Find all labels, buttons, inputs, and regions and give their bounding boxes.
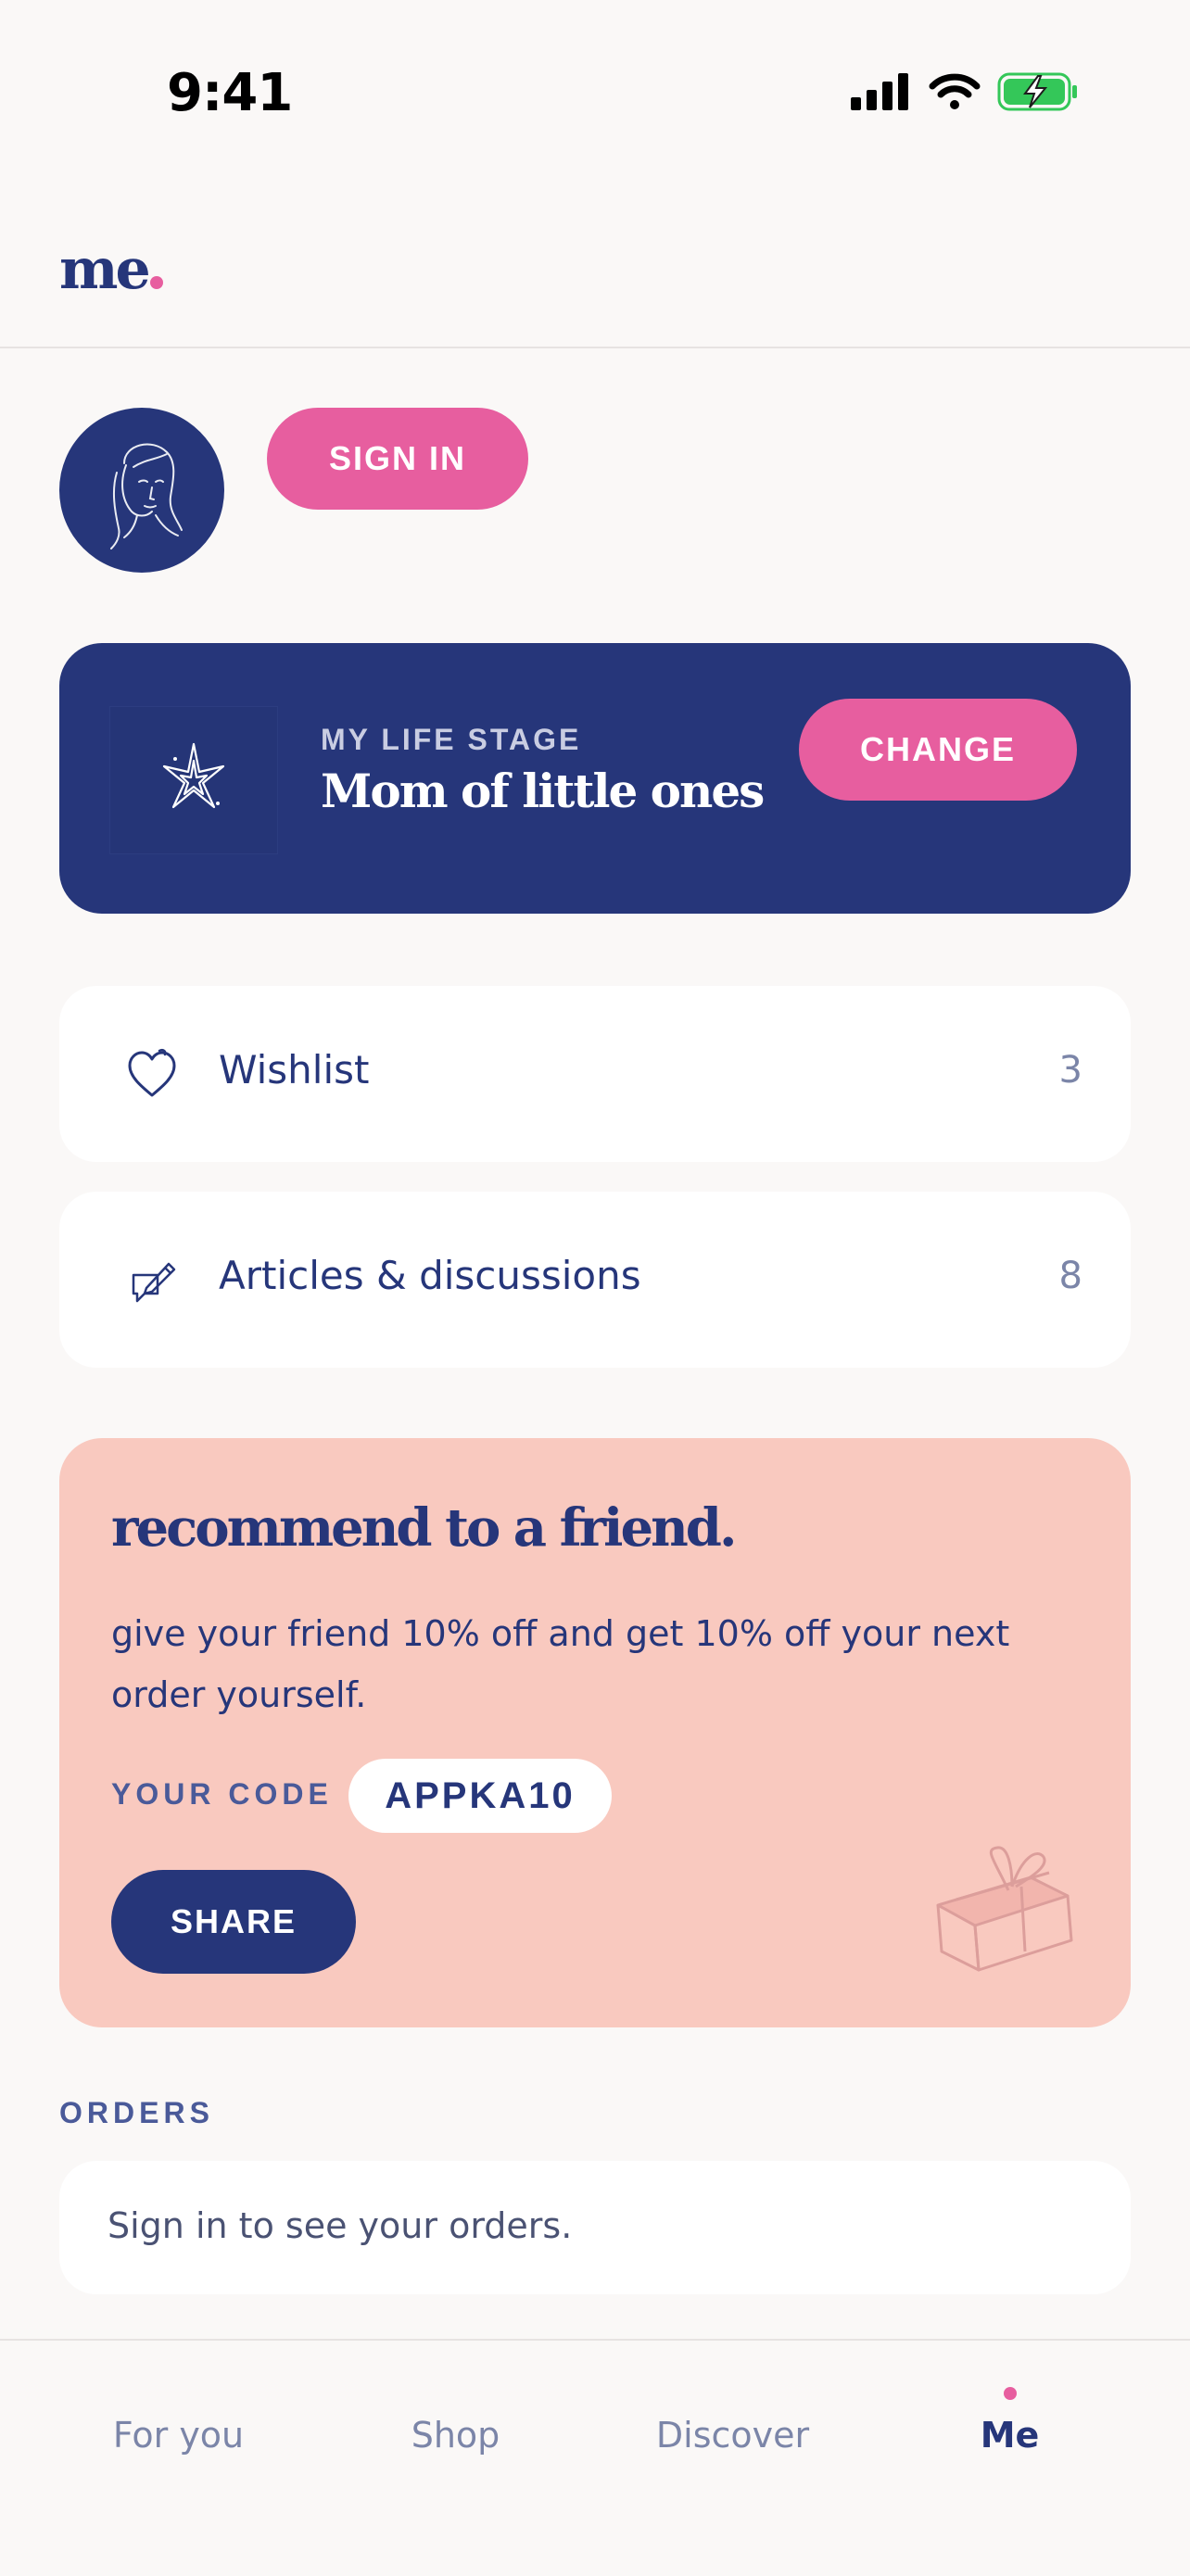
pen-message-icon [132,1262,176,1303]
avatar[interactable] [59,408,224,573]
change-life-stage-button[interactable]: CHANGE [799,699,1077,801]
code-label: YOUR CODE [111,1777,333,1811]
logo-dot [150,276,163,289]
articles-discussions-count: 8 [1058,1255,1082,1297]
tab-shop[interactable]: Shop [307,2415,604,2456]
articles-discussions-label: Articles & discussions [219,1253,641,1298]
articles-discussions-row[interactable]: Articles & discussions 8 [59,1192,1131,1368]
tab-me[interactable]: Me [861,2415,1158,2456]
gift-box-icon [936,1846,1073,1972]
active-tab-indicator [1004,2387,1017,2400]
orders-box: Sign in to see your orders. [59,2161,1131,2294]
life-stage-label: MY LIFE STAGE [321,723,582,756]
tab-bar: For you Shop Discover Me [0,2339,1190,2576]
status-time: 9:41 [167,63,293,123]
wishlist-row[interactable]: Wishlist 3 [59,986,1131,1162]
tab-discover[interactable]: Discover [584,2415,881,2456]
recommend-card: recommend to a friend. give your friend … [59,1438,1131,2027]
wishlist-label: Wishlist [219,1047,370,1092]
sign-in-button[interactable]: SIGN IN [267,408,528,510]
app-header [0,185,1190,348]
recommend-body: give your friend 10% off and get 10% off… [111,1613,1010,1715]
referral-code[interactable]: APPKA10 [348,1759,612,1833]
wishlist-count: 3 [1058,1049,1082,1092]
heart-icon [128,1048,176,1097]
life-stage-card: MY LIFE STAGE Mom of little ones CHANGE [59,643,1131,914]
life-stage-illustration [109,706,278,854]
status-bar: 9:41 [0,0,1190,185]
tab-for-you[interactable]: For you [30,2415,327,2456]
orders-heading: ORDERS [59,2096,214,2129]
cellular-signal-icon [851,73,908,110]
woman-portrait-icon [110,443,183,549]
recommend-title: recommend to a friend. [111,1497,737,1559]
wifi-icon [929,73,981,109]
battery-charging-icon [997,72,1077,111]
share-button[interactable]: SHARE [111,1870,356,1974]
life-stage-value: Mom of little ones [321,764,765,818]
status-icons [851,72,1079,111]
sparkle-icon [162,742,225,809]
app-logo[interactable]: me [59,237,151,302]
orders-empty-text: Sign in to see your orders. [108,2205,573,2246]
